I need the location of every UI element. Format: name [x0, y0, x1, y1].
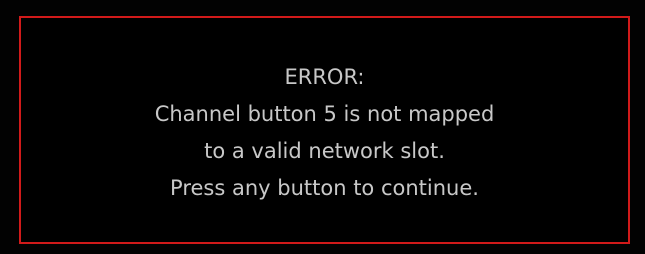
error-line-1: Channel button 5 is not mapped	[154, 102, 495, 126]
error-dialog[interactable]: ERROR: Channel button 5 is not mapped to…	[19, 16, 630, 244]
device-screen: ERROR: Channel button 5 is not mapped to…	[0, 0, 645, 254]
error-instruction: Press any button to continue.	[170, 176, 479, 200]
error-message: ERROR: Channel button 5 is not mapped to…	[21, 59, 628, 207]
error-line-2: to a valid network slot.	[204, 139, 445, 163]
error-title: ERROR:	[284, 65, 365, 89]
